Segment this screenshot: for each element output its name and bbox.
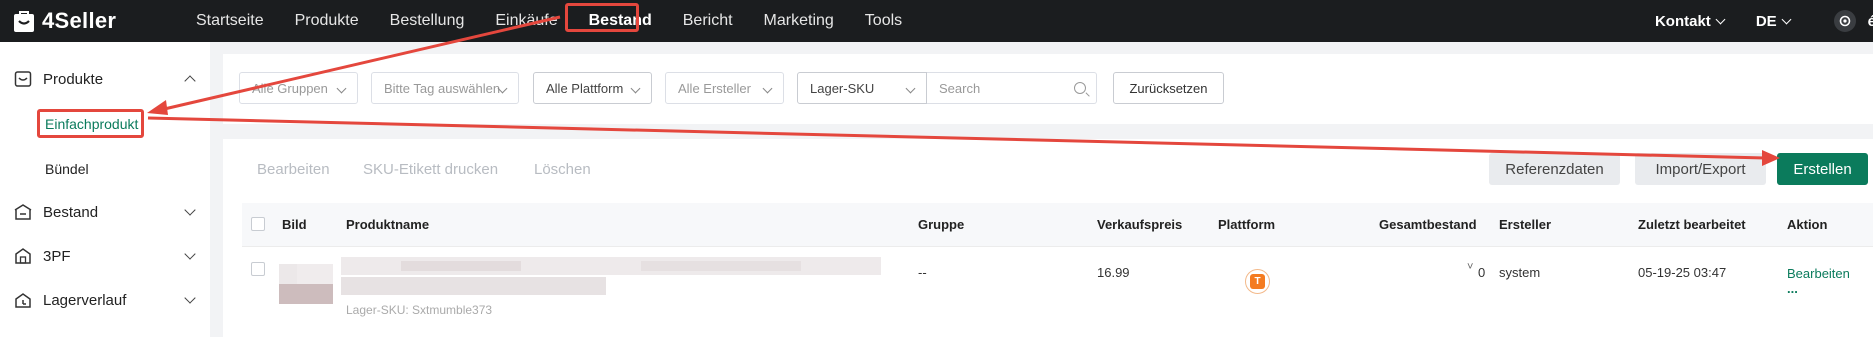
column-header-verkaufspreis: Verkaufspreis <box>1097 217 1183 232</box>
column-header-gesamtbestand: Gesamtbestand <box>1379 217 1477 232</box>
product-name-blurred[interactable] <box>341 257 881 297</box>
chevron-down-icon <box>1715 14 1726 24</box>
sidebar-item-label: Bestand <box>43 203 99 221</box>
warehouse-icon <box>15 248 31 264</box>
edited-cell: 05-19-25 03:47 <box>1638 265 1727 280</box>
logo-text: 4Seller <box>42 8 117 33</box>
row-checkbox[interactable] <box>251 262 265 276</box>
chevron-down-icon <box>184 292 196 304</box>
language-label: DE <box>1755 12 1777 30</box>
contact-menu[interactable]: Kontakt <box>1654 12 1726 30</box>
history-icon <box>15 293 31 308</box>
groups-select-value: Alle Gruppen <box>252 80 328 96</box>
chevron-down-icon <box>184 204 196 216</box>
search-input[interactable]: Search <box>927 72 1097 104</box>
chevron-down-icon <box>336 83 347 94</box>
top-navigation-bar: 4Seller Startseite Produkte Bestellung E… <box>0 0 1873 42</box>
delete-button[interactable]: Löschen <box>534 161 591 178</box>
app-logo[interactable]: 4Seller <box>12 6 116 36</box>
sku-label: Lager-SKU: Sxtmumble373 <box>346 303 493 317</box>
stock-cell: 0 <box>1478 265 1486 280</box>
group-cell: -- <box>918 265 927 280</box>
search-placeholder: Search <box>939 80 981 96</box>
search-type-select[interactable]: Lager-SKU <box>797 72 927 104</box>
sidebar-item-label: 3PF <box>43 247 71 265</box>
search-icon[interactable] <box>1074 82 1086 94</box>
chevron-down-icon <box>1781 14 1792 24</box>
nav-item-produkte[interactable]: Produkte <box>295 12 359 30</box>
column-header-ersteller: Ersteller <box>1499 217 1552 232</box>
sidebar: Produkte Einfachprodukt Bündel Bestand 3… <box>0 42 210 337</box>
creator-select-value: Alle Ersteller <box>678 80 751 96</box>
column-header-produktname: Produktname <box>346 217 430 232</box>
chevron-down-icon <box>762 83 773 94</box>
contact-label: Kontakt <box>1654 12 1711 30</box>
import-export-button[interactable]: Import/Export <box>1635 153 1766 185</box>
shopping-bag-icon <box>14 11 34 32</box>
price-cell: 16.99 <box>1097 265 1130 280</box>
edit-bulk-button[interactable]: Bearbeiten <box>257 161 330 178</box>
column-header-bild: Bild <box>282 217 307 232</box>
user-menu[interactable]: é <box>1868 13 1873 30</box>
platform-badge[interactable]: T <box>1245 269 1270 294</box>
search-type-value: Lager-SKU <box>810 80 875 96</box>
sidebar-item-3pf[interactable]: 3PF <box>0 236 210 276</box>
row-edit-link[interactable]: Bearbeiten <box>1787 266 1850 281</box>
product-list-panel: Bearbeiten SKU-Etikett drucken Löschen R… <box>223 139 1873 337</box>
highlight-bestand-nav <box>565 3 639 32</box>
sidebar-item-label: Produkte <box>43 70 104 88</box>
table-header: Bild Produktname Gruppe Verkaufspreis Pl… <box>242 203 1873 246</box>
chevron-down-icon <box>184 248 196 260</box>
sidebar-item-label: Lagerverlauf <box>43 291 127 309</box>
language-menu[interactable]: DE <box>1755 12 1792 30</box>
nav-item-bestellung[interactable]: Bestellung <box>390 12 465 30</box>
reference-data-button[interactable]: Referenzdaten <box>1489 153 1620 185</box>
column-header-gruppe: Gruppe <box>918 217 965 232</box>
platform-select[interactable]: Alle Plattform <box>533 72 652 104</box>
product-thumbnail[interactable] <box>279 264 333 308</box>
filter-panel: Alle Gruppen Bitte Tag auswählen Alle Pl… <box>223 54 1873 124</box>
tag-select[interactable]: Bitte Tag auswählen <box>371 72 519 104</box>
chevron-down-icon <box>630 83 641 94</box>
nav-item-tools[interactable]: Tools <box>865 12 902 30</box>
column-header-zuletzt-bearbeitet: Zuletzt bearbeitet <box>1638 217 1746 232</box>
creator-cell: system <box>1499 265 1541 280</box>
create-button[interactable]: Erstellen <box>1777 153 1868 185</box>
sidebar-item-lagerverlauf[interactable]: Lagerverlauf <box>0 280 210 320</box>
stock-expand-icon[interactable]: ˅ <box>1467 261 1473 273</box>
nav-item-startseite[interactable]: Startseite <box>196 12 264 30</box>
tag-select-value: Bitte Tag auswählen <box>384 80 501 96</box>
sidebar-item-bestand[interactable]: Bestand <box>0 192 210 232</box>
nav-item-einkaeufe[interactable]: Einkäufe <box>495 12 557 30</box>
nav-item-marketing[interactable]: Marketing <box>764 12 834 30</box>
nav-item-bericht[interactable]: Bericht <box>683 12 733 30</box>
sidebar-subitem-buendel[interactable]: Bündel <box>45 161 89 177</box>
groups-select[interactable]: Alle Gruppen <box>239 72 358 104</box>
platform-select-value: Alle Plattform <box>546 80 624 96</box>
select-all-checkbox[interactable] <box>251 217 265 231</box>
product-box-icon <box>14 71 32 87</box>
row-more-menu[interactable]: ... <box>1787 281 1798 296</box>
nav-right: Kontakt DE é <box>1655 0 1873 42</box>
sidebar-item-produkte[interactable]: Produkte <box>0 59 210 99</box>
gear-icon <box>1839 15 1850 27</box>
creator-select[interactable]: Alle Ersteller <box>665 72 784 104</box>
temu-icon: T <box>1250 274 1265 289</box>
highlight-einfachprodukt <box>37 109 144 138</box>
column-header-plattform: Plattform <box>1218 217 1276 232</box>
column-header-aktion: Aktion <box>1787 217 1828 232</box>
chevron-up-icon <box>184 75 196 87</box>
settings-button[interactable] <box>1833 10 1856 32</box>
reset-button[interactable]: Zurücksetzen <box>1113 72 1224 104</box>
chevron-down-icon <box>905 83 916 94</box>
inventory-icon <box>14 204 32 220</box>
table-row: Lager-SKU: Sxtmumble373 -- 16.99 T ˅ 0 s… <box>242 246 1873 337</box>
print-sku-label-button[interactable]: SKU-Etikett drucken <box>363 161 498 178</box>
